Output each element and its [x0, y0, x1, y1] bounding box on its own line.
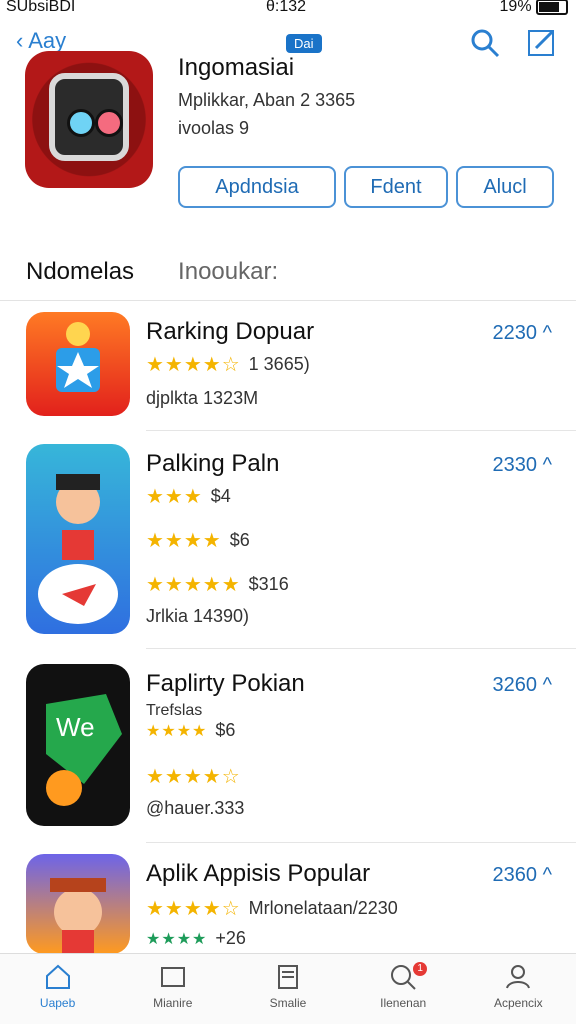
app-icon-row1 — [26, 312, 130, 416]
star-rating-icon: ★★★★☆ — [146, 898, 241, 920]
tab-list[interactable]: Smalie — [240, 954, 336, 1024]
battery-icon — [536, 0, 568, 15]
svg-text:We: We — [56, 712, 95, 742]
star-rating-icon: ★★★★ — [146, 530, 222, 552]
row-meta: Jrlkia 14390) — [146, 606, 250, 626]
user-icon — [506, 965, 531, 989]
app-subtitle: Mplikkar, Aban 2 3365 — [178, 90, 356, 110]
row-meta: Trefslas — [146, 702, 203, 719]
section-active[interactable]: Ndomelas — [26, 258, 134, 286]
action-button-2[interactable]: Fdent — [344, 166, 448, 208]
divider — [0, 300, 576, 301]
tab-home[interactable]: Uapeb — [10, 954, 106, 1024]
row-price[interactable]: 3260 ^ — [493, 674, 552, 697]
list-item[interactable]: Rarking Dopuar 2230 ^ ★★★★☆ 1 3665) djplk… — [0, 310, 576, 431]
folder-icon — [160, 967, 185, 987]
row-rating: ★★★★☆ 1 3665) — [146, 354, 310, 376]
row-price[interactable]: 2360 ^ — [493, 864, 552, 887]
star-robot-icon — [56, 322, 100, 392]
row-title: Aplik Appisis Popular — [146, 860, 371, 887]
list-icon — [277, 965, 298, 989]
edit-icon[interactable] — [526, 28, 556, 58]
section-inactive[interactable]: Inooukar: — [178, 258, 278, 286]
pirate-icon — [50, 878, 106, 954]
action-button-3[interactable]: Alucl — [456, 166, 554, 208]
app-icon-row2 — [26, 444, 130, 634]
row-rating: ★★★★ $6 — [146, 720, 236, 740]
row-rating: ★★★★☆ — [146, 764, 249, 789]
battery-label: 19% — [500, 0, 568, 16]
row-title: Faplirty Pokian — [146, 670, 305, 697]
app-subtitle-2: ivoolas 9 — [178, 118, 250, 138]
app-icon-row3: We — [26, 664, 130, 826]
time-label: θ:132 — [266, 0, 307, 15]
row-rating: ★★★★☆ Mrlonelataan/2230 — [146, 898, 398, 920]
we-shield-icon: We — [46, 694, 122, 806]
row-meta: djplkta 1323M — [146, 388, 259, 408]
list-item[interactable]: Palking Paln 2330 ^ ★★★ $4 ★★★★ $6 ★★★★★ $3… — [0, 442, 576, 649]
app-title: Ingomasiai — [178, 54, 295, 81]
section-tabs: Ndomelas Inooukar: — [26, 258, 546, 286]
tab-bar: Uapeb Mianire Smalie 1 Ilenenan Acpencix — [0, 953, 576, 1024]
row-meta: @hauer.333 — [146, 798, 245, 818]
star-rating-icon: ★★★★ — [146, 722, 208, 740]
status-bar: SUbsiBDI θ:132 19% — [0, 0, 576, 22]
row-meta: ★★★★ +26 — [146, 928, 246, 948]
star-rating-icon: ★★★★★ — [146, 574, 241, 596]
app-icon — [25, 51, 153, 188]
tab-media[interactable]: Mianire — [125, 954, 221, 1024]
carrier-label: SUbsiBDI — [6, 0, 76, 15]
row-rating: ★★★★ $6 — [146, 530, 250, 552]
star-rating-icon: ★★★ — [146, 486, 203, 508]
row-rating: ★★★★★ $316 — [146, 574, 289, 596]
row-rating: ★★★ $4 — [146, 486, 231, 508]
star-rating-icon: ★★★★☆ — [146, 354, 241, 376]
top-badge[interactable]: Dai — [286, 34, 322, 53]
tab-search[interactable]: 1 Ilenenan — [355, 954, 451, 1024]
row-price[interactable]: 2330 ^ — [493, 454, 552, 477]
character-icon — [38, 474, 118, 624]
notification-badge: 1 — [413, 962, 428, 976]
tab-profile[interactable]: Acpencix — [470, 954, 566, 1024]
list-item[interactable]: We Faplirty Pokian 3260 ^ Trefslas ★★★★ $… — [0, 662, 576, 843]
home-icon — [45, 964, 70, 989]
action-button-1[interactable]: Apdndsia — [178, 166, 336, 208]
list-item[interactable]: Aplik Appisis Popular 2360 ^ ★★★★☆ Mrlone… — [0, 852, 576, 956]
app-icon-row4 — [26, 854, 130, 954]
search-icon[interactable] — [470, 28, 500, 58]
row-price[interactable]: 2230 ^ — [493, 322, 552, 345]
star-rating-icon: ★★★★☆ — [146, 766, 241, 788]
row-title: Rarking Dopuar — [146, 318, 315, 345]
row-title: Palking Paln — [146, 450, 280, 477]
